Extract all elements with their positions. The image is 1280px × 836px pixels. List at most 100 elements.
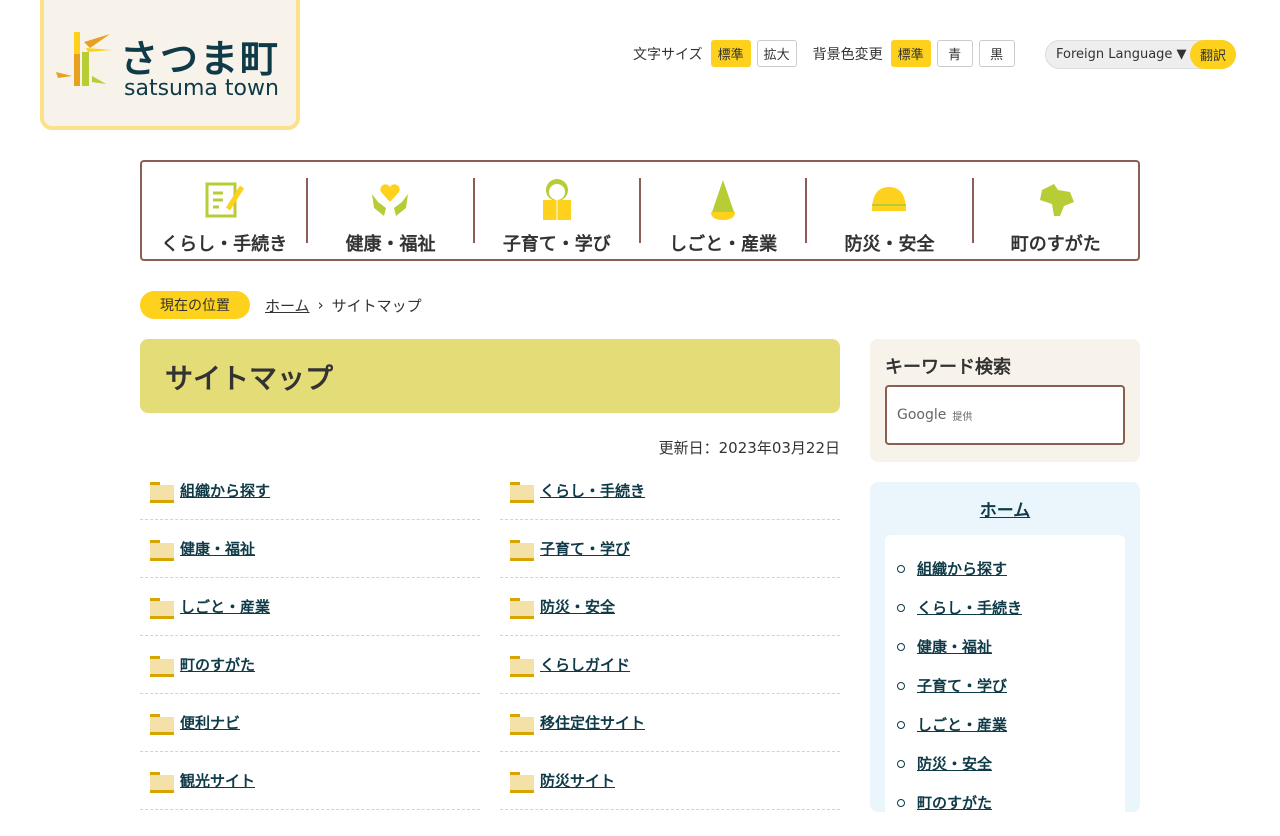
nav-label: 健康・福祉 (345, 234, 436, 255)
nav-label: 町のすがた (1010, 234, 1101, 255)
nav-item-bosai[interactable]: 防災・安全 (807, 178, 974, 255)
folder-icon (510, 655, 534, 677)
global-nav: くらし・手続き 健康・福祉 子育て・学び しごと・産業 防災・安全 町のすがた (140, 160, 1140, 261)
translate-button[interactable]: 翻訳 (1190, 40, 1236, 69)
side-menu-link[interactable]: しごと・産業 (917, 714, 1007, 735)
side-menu-link[interactable]: 健康・福祉 (917, 636, 992, 657)
sitemap-link[interactable]: 町のすがた (180, 654, 255, 675)
folder-icon (150, 713, 174, 735)
site-logo[interactable]: さつま町 satsuma town (40, 0, 300, 130)
font-large-button[interactable]: 拡大 (756, 40, 797, 67)
child-book-icon (475, 178, 639, 222)
folder-icon (150, 771, 174, 793)
side-menu-item: 組織から探す (897, 549, 1113, 588)
helmet-icon (807, 178, 971, 222)
logo-subtext: satsuma town (124, 76, 279, 101)
sitemap-link[interactable]: 健康・福祉 (180, 538, 255, 559)
side-menu-link[interactable]: 子育て・学び (917, 675, 1007, 696)
document-pen-icon (142, 178, 306, 222)
folder-icon (510, 597, 534, 619)
font-standard-button[interactable]: 標準 (710, 40, 751, 67)
bg-blue-button[interactable]: 青 (936, 40, 973, 67)
font-size-label: 文字サイズ (633, 46, 703, 63)
search-title: キーワード検索 (885, 357, 1011, 378)
folder-icon (150, 481, 174, 503)
page-title: サイトマップ (140, 339, 840, 413)
breadcrumb-home-link[interactable]: ホーム (265, 295, 310, 316)
folder-icon (510, 713, 534, 735)
nav-label: 子育て・学び (502, 234, 611, 255)
nav-label: 防災・安全 (844, 234, 935, 255)
breadcrumb-current: サイトマップ (331, 296, 422, 315)
chevron-right-icon: › (317, 296, 324, 314)
side-menu-link[interactable]: 組織から探す (917, 558, 1007, 579)
side-menu-item: 町のすがた (897, 783, 1113, 822)
keyword-search-panel: キーワード検索 Google 提供 (870, 339, 1140, 462)
side-menu-link[interactable]: 防災・安全 (917, 753, 992, 774)
bamboo-shoot-icon (641, 178, 805, 222)
sitemap-link[interactable]: くらし・手続き (540, 480, 645, 501)
side-menu-list: 組織から探す くらし・手続き 健康・福祉子育て・学び しごと・産業 防災・安全町のすがた (885, 535, 1125, 836)
nav-item-machi[interactable]: 町のすがた (974, 178, 1138, 255)
logo-text: さつま町 (120, 37, 281, 81)
bg-color-label: 背景色変更 (812, 46, 883, 63)
sitemap-item: しごと・産業 (140, 578, 480, 636)
bg-black-button[interactable]: 黒 (978, 40, 1015, 67)
side-home-link[interactable]: ホーム (885, 496, 1125, 521)
sitemap-item: 便利ナビ (140, 694, 480, 752)
sitemap-link[interactable]: 組織から探す (180, 480, 270, 501)
sitemap-link[interactable]: 観光サイト (180, 770, 255, 791)
side-menu-link[interactable]: 町のすがた (917, 792, 992, 813)
sitemap-item: 健康・福祉 (140, 520, 480, 578)
sitemap-item: 組織から探す (140, 462, 480, 520)
folder-icon (510, 539, 534, 561)
nav-item-kurashi[interactable]: くらし・手続き (142, 178, 309, 255)
nav-label: くらし・手続き (161, 234, 288, 255)
google-label: Google (897, 407, 947, 423)
current-location-badge: 現在の位置 (140, 291, 250, 319)
breadcrumb: 現在の位置 ホーム › サイトマップ (140, 291, 422, 319)
nav-item-kenko[interactable]: 健康・福祉 (308, 178, 475, 255)
side-menu-item: しごと・産業 (897, 705, 1113, 744)
sitemap-item: くらし・手続き (500, 462, 840, 520)
sitemap-item: 子育て・学び (500, 520, 840, 578)
sitemap-item: 防災・安全 (500, 578, 840, 636)
nav-item-shigoto[interactable]: しごと・産業 (641, 178, 808, 255)
bg-standard-button[interactable]: 標準 (890, 40, 931, 67)
side-menu-item: 健康・福祉 (897, 627, 1113, 666)
folder-icon (150, 539, 174, 561)
sitemap-item: 防災サイト (500, 752, 840, 810)
side-menu-item: くらし・手続き (897, 588, 1113, 627)
sitemap-link[interactable]: くらしガイド (540, 654, 630, 675)
sitemap-link[interactable]: 子育て・学び (540, 538, 630, 559)
sitemap-item: 観光サイト (140, 752, 480, 810)
nav-label: しごと・産業 (669, 234, 778, 255)
language-select-value: Foreign Language ▼ (1056, 47, 1187, 62)
bamboo-icon (56, 32, 112, 86)
town-map-icon (974, 178, 1138, 222)
folder-icon (510, 481, 534, 503)
sitemap-link[interactable]: 便利ナビ (180, 712, 240, 733)
search-input[interactable]: Google 提供 (885, 385, 1125, 445)
sitemap-link[interactable]: 移住定住サイト (540, 712, 645, 733)
folder-icon (510, 771, 534, 793)
heart-hands-icon (308, 178, 472, 222)
sitemap-item: くらしガイド (500, 636, 840, 694)
provided-label: 提供 (952, 411, 973, 423)
updated-date: 更新日：2023年03月22日 (658, 439, 840, 457)
language-select[interactable]: Foreign Language ▼ 翻訳 (1045, 40, 1236, 69)
folder-icon (150, 597, 174, 619)
side-menu-item: 子育て・学び (897, 666, 1113, 705)
folder-icon (150, 655, 174, 677)
sitemap-link[interactable]: しごと・産業 (180, 596, 270, 617)
sitemap-item: 移住定住サイト (500, 694, 840, 752)
sitemap-link[interactable]: 防災・安全 (540, 596, 615, 617)
accessibility-tools: 文字サイズ 標準 拡大 背景色変更 標準 青 黒 (633, 40, 1021, 67)
side-menu: ホーム 組織から探す くらし・手続き 健康・福祉子育て・学び しごと・産業 防災・安全町… (870, 482, 1140, 836)
nav-item-kosodate[interactable]: 子育て・学び (475, 178, 641, 255)
sitemap-list: 組織から探す くらし・手続き健康・福祉 子育て・学びしごと・産業 防災・安全町のすがた… (140, 462, 840, 810)
side-menu-item: 防災・安全 (897, 744, 1113, 783)
side-menu-link[interactable]: くらし・手続き (917, 597, 1022, 618)
sitemap-link[interactable]: 防災サイト (540, 770, 615, 791)
sitemap-item: 町のすがた (140, 636, 480, 694)
